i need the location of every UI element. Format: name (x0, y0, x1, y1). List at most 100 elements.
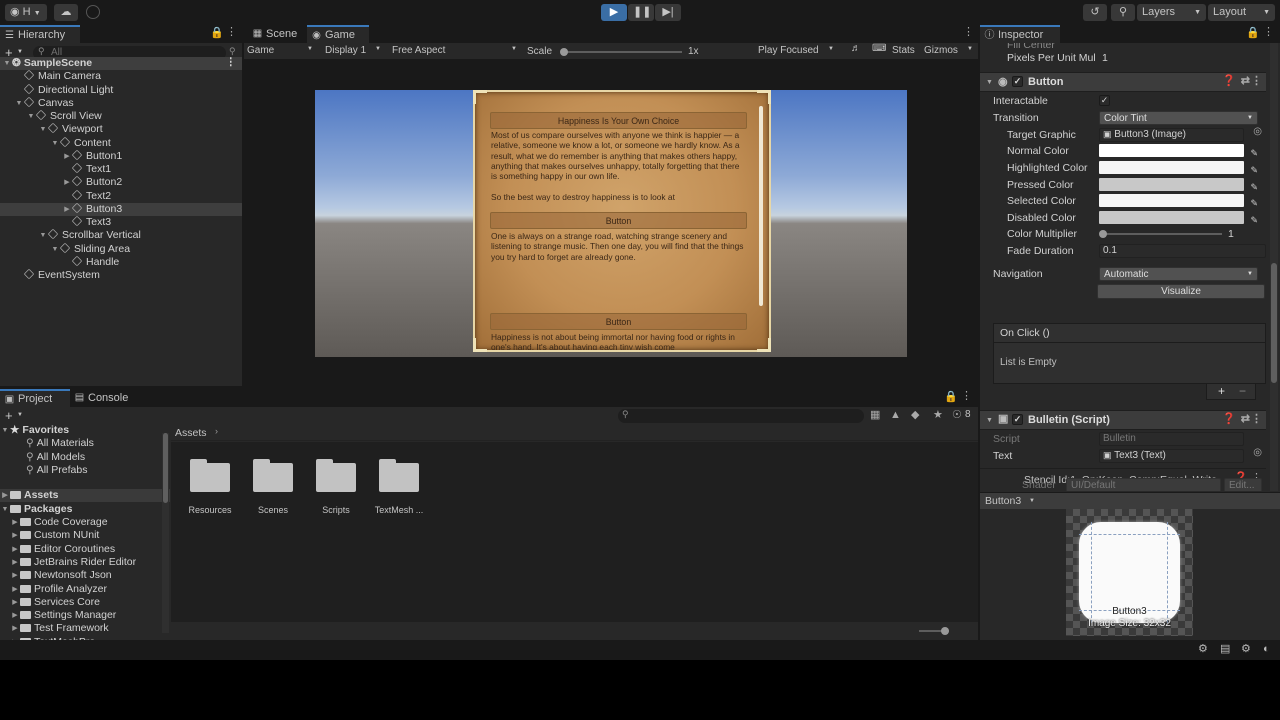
favorites-node[interactable]: ▼ ★ Favorites (0, 424, 170, 437)
cloud-button[interactable]: ☁ (54, 4, 78, 21)
pressed-color-field[interactable]: ✎ (1099, 178, 1258, 192)
game-viewport[interactable]: Happiness Is Your Own Choice Most of us … (315, 90, 907, 357)
package-item[interactable]: ▶ Settings Manager (0, 609, 170, 622)
button-enabled-checkbox[interactable]: ✓ (1012, 76, 1023, 87)
folder-icon[interactable] (379, 459, 419, 492)
folder-label[interactable]: TextMesh ... (366, 505, 432, 515)
chevron-down-icon[interactable]: ▼ (967, 46, 973, 52)
hierarchy-item[interactable]: Text2 (0, 189, 242, 203)
project-tree-scrollbar[interactable] (162, 433, 169, 633)
help-icon[interactable]: ❓ (1222, 414, 1236, 425)
speaker-icon[interactable]: ♬ (851, 44, 861, 54)
add-listener-icon[interactable]: + (1218, 385, 1225, 397)
chevron-down-icon[interactable]: ▼ (50, 137, 60, 150)
pause-button[interactable]: ❚❚ (628, 4, 654, 21)
kebab-menu-icon[interactable]: ⋮ (1251, 76, 1262, 87)
tab-project[interactable]: ▣ Project (0, 389, 70, 407)
preset-icon[interactable]: ⇄ (1241, 76, 1250, 87)
play-button[interactable]: ▶ (601, 4, 627, 21)
package-item[interactable]: ▶ Code Coverage (0, 516, 170, 529)
hierarchy-item[interactable]: ▼ Viewport (0, 122, 242, 136)
search-button[interactable]: ⚲ (1111, 4, 1135, 21)
keyboard-icon[interactable]: ⌨ (872, 44, 886, 54)
kebab-menu-icon[interactable]: ⋮ (226, 27, 237, 38)
hierarchy-item[interactable]: ▼ Scroll View (0, 109, 242, 123)
hierarchy-item[interactable]: ▼ Scrollbar Vertical (0, 228, 242, 242)
hierarchy-item[interactable]: ▼ Canvas (0, 96, 242, 110)
packages-node[interactable]: ▼ Packages (0, 503, 170, 516)
favorite-item[interactable]: ⚲ All Materials (0, 437, 170, 450)
text-field[interactable]: ▣ Text3 (Text) (1099, 449, 1244, 463)
transition-dropdown[interactable]: Color Tint ▼ (1099, 111, 1258, 125)
kebab-menu-icon[interactable]: ⋮ (1251, 414, 1262, 425)
bulletin-enabled-checkbox[interactable]: ✓ (1012, 414, 1023, 425)
hidden-packages-icon[interactable]: ☉ (952, 410, 962, 421)
tab-hierarchy[interactable]: ☰ Hierarchy (0, 25, 80, 43)
eyedropper-icon[interactable]: ✎ (1250, 195, 1258, 211)
package-item[interactable]: ▶ JetBrains Rider Editor (0, 556, 170, 569)
chevron-down-icon[interactable]: ▼ (307, 46, 313, 52)
visualize-button[interactable]: Visualize (1097, 284, 1265, 299)
color-multiplier-thumb[interactable] (1099, 230, 1107, 238)
play-focused-dropdown[interactable]: Play Focused (758, 44, 819, 57)
object-picker-icon[interactable]: ◎ (1253, 127, 1262, 137)
title-button[interactable]: Happiness Is Your Own Choice (490, 112, 747, 129)
package-item[interactable]: ▶ Newtonsoft Json (0, 569, 170, 582)
kebab-menu-icon[interactable]: ⋮ (1263, 27, 1274, 38)
assets-node[interactable]: ▶ Assets (0, 489, 170, 502)
hierarchy-item[interactable]: ▶ Button2 (0, 175, 242, 189)
folder-icon[interactable] (190, 459, 230, 492)
filter-label-icon[interactable]: ◆ (911, 410, 919, 421)
favorite-item[interactable]: ⚲ All Models (0, 451, 170, 464)
folder-icon[interactable] (253, 459, 293, 492)
chevron-down-icon[interactable]: ▼ (17, 49, 23, 55)
preview-header[interactable]: Button3 ▼ (980, 493, 1280, 509)
filter-type-icon[interactable]: ▲ (890, 410, 901, 421)
filter-icon[interactable]: ⚲ (229, 47, 236, 56)
project-tree-scrollbar-thumb[interactable] (163, 433, 168, 503)
folder-icon[interactable] (316, 459, 356, 492)
bug-icon[interactable]: ⚙ (1198, 644, 1208, 655)
folder-label[interactable]: Resources (177, 505, 243, 515)
favorite-item[interactable]: ⚲ All Prefabs (0, 464, 170, 477)
scrollbar-handle[interactable] (759, 106, 763, 306)
preset-icon[interactable]: ⇄ (1241, 414, 1250, 425)
chevron-down-icon[interactable]: ▼ (26, 110, 36, 123)
tab-game[interactable]: ◉ Game (307, 25, 369, 43)
normal-color-field[interactable]: ✎ (1099, 144, 1258, 158)
lock-icon[interactable]: 🔒 (1246, 28, 1260, 39)
chevron-down-icon[interactable]: ▼ (14, 97, 24, 110)
layers-dropdown[interactable]: Layers ▼ (1137, 4, 1206, 21)
scale-slider[interactable] (562, 51, 682, 53)
hierarchy-item[interactable]: ▶ Button3 (0, 202, 242, 216)
chevron-down-icon[interactable]: ▼ (38, 123, 48, 136)
kebab-menu-icon[interactable]: ⋮ (963, 27, 974, 38)
cache-icon[interactable]: ▤ (1220, 644, 1230, 655)
chevron-down-icon[interactable]: ▼ (828, 46, 834, 52)
package-item[interactable]: ▶ Profile Analyzer (0, 583, 170, 596)
chevron-down-icon[interactable]: ▼ (38, 229, 48, 242)
step-button[interactable]: ▶| (655, 4, 681, 21)
gizmos-button[interactable]: Gizmos (924, 44, 958, 57)
chevron-down-icon[interactable]: ▼ (50, 243, 60, 256)
account-dropdown[interactable]: ◉ H ▼ (5, 4, 47, 21)
folder-label[interactable]: Scenes (240, 505, 306, 515)
package-item[interactable]: ▶ Custom NUnit (0, 529, 170, 542)
package-item[interactable]: ▶ Test Framework (0, 622, 170, 635)
package-item[interactable]: ▶ Editor Coroutines (0, 543, 170, 556)
eyedropper-icon[interactable]: ✎ (1250, 162, 1258, 178)
hierarchy-item[interactable]: ▼ ❂ SampleScene ⋮ (0, 57, 242, 70)
chevron-down-icon[interactable]: ▼ (2, 57, 12, 70)
bulletin-component-header[interactable]: ▼ ▣ ✓ Bulletin (Script) ❓ ⇄ ⋮ (980, 410, 1266, 430)
object-picker-icon[interactable]: ◎ (1253, 448, 1262, 458)
target-graphic-field[interactable]: ▣ Button3 (Image) (1099, 128, 1244, 142)
hierarchy-item[interactable]: Text1 (0, 162, 242, 176)
collab-icon[interactable] (86, 5, 100, 19)
inspector-scrollbar-thumb[interactable] (1271, 263, 1277, 383)
favorite-star-icon[interactable]: ★ (933, 410, 943, 421)
debug-icon[interactable]: ⚙ (1241, 644, 1251, 655)
kebab-menu-icon[interactable]: ⋮ (226, 57, 237, 68)
hierarchy-item[interactable]: ▼ Sliding Area (0, 242, 242, 256)
button-component-header[interactable]: ▼ ◉ ✓ Button ❓ ⇄ ⋮ (980, 72, 1266, 92)
color-multiplier-value[interactable]: 1 (1228, 226, 1234, 242)
